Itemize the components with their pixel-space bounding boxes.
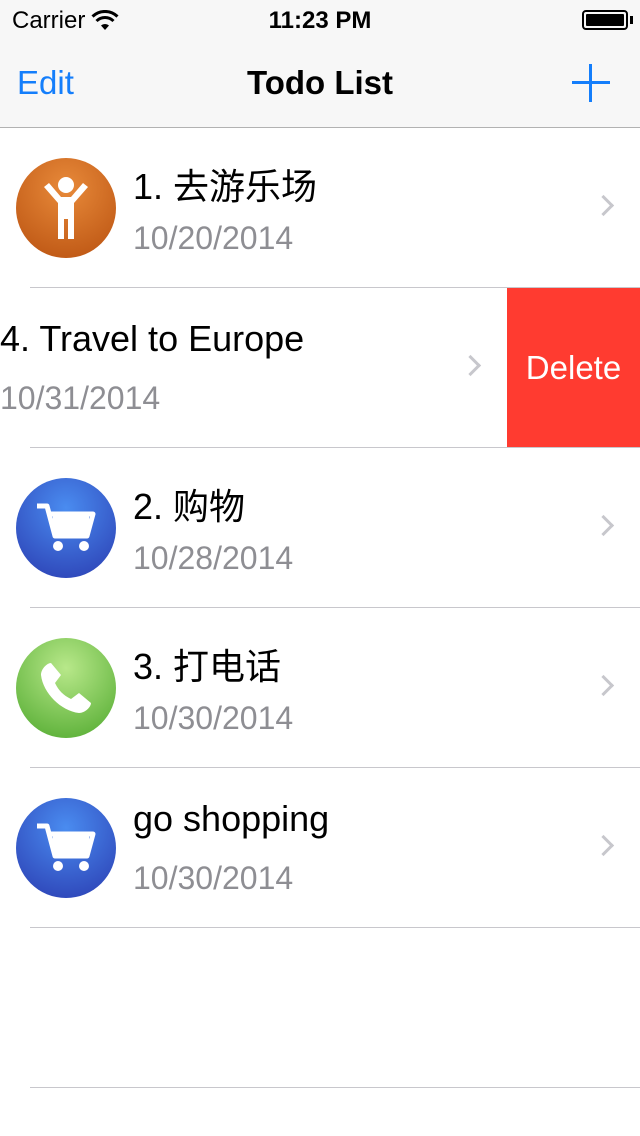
todo-date: 10/20/2014 <box>133 220 294 256</box>
table-row[interactable]: go shopping 10/30/2014 <box>0 768 640 928</box>
row-content: go shopping 10/30/2014 <box>0 768 640 927</box>
todo-title: go shopping <box>133 798 330 839</box>
row-content: 3. 打电话 10/30/2014 <box>0 608 640 767</box>
row-separator <box>30 1087 640 1088</box>
plus-icon[interactable] <box>572 64 610 102</box>
todo-title: 4. Travel to Europe <box>0 318 305 359</box>
shopping-cart-icon <box>16 798 116 898</box>
todo-date: 10/31/2014 <box>0 380 161 416</box>
row-content: 4. Travel to Europe 10/31/2014 <box>0 288 507 447</box>
todo-date: 10/30/2014 <box>133 700 294 736</box>
todo-title: 1. 去游乐场 <box>133 166 318 207</box>
chevron-right-icon <box>592 514 615 537</box>
battery-icon <box>582 10 628 30</box>
row-content: 2. 购物 10/28/2014 <box>0 448 640 607</box>
table-row[interactable]: 3. 打电话 10/30/2014 <box>0 608 640 768</box>
battery-tip <box>630 16 633 24</box>
todo-date: 10/30/2014 <box>133 860 294 896</box>
chevron-right-icon <box>592 194 615 217</box>
todo-date: 10/28/2014 <box>133 540 294 576</box>
page-title: Todo List <box>246 64 394 101</box>
phone-icon <box>16 638 116 738</box>
chevron-right-icon <box>592 834 615 857</box>
todo-title: 3. 打电话 <box>133 646 282 687</box>
shopping-cart-icon <box>16 478 116 578</box>
row-content: 1. 去游乐场 10/20/2014 <box>0 128 640 287</box>
child-icon <box>16 158 116 258</box>
status-bar: Carrier 11:23 PM <box>0 0 640 40</box>
todo-title: 2. 购物 <box>133 486 246 527</box>
status-time: 11:23 PM <box>268 7 372 34</box>
navigation-bar: Edit Todo List <box>0 40 640 128</box>
table-row[interactable]: 4. Travel to Europe 10/31/2014 Delete <box>0 288 640 448</box>
todo-table: 1. 去游乐场 10/20/2014 4. Travel to Europe 1… <box>0 128 640 1088</box>
battery-level <box>586 14 624 26</box>
chevron-right-icon <box>592 674 615 697</box>
empty-row <box>0 928 640 1088</box>
delete-button[interactable]: Delete <box>507 288 640 447</box>
table-row[interactable]: 1. 去游乐场 10/20/2014 <box>0 128 640 288</box>
table-row[interactable]: 2. 购物 10/28/2014 <box>0 448 640 608</box>
chevron-right-icon <box>459 354 482 377</box>
